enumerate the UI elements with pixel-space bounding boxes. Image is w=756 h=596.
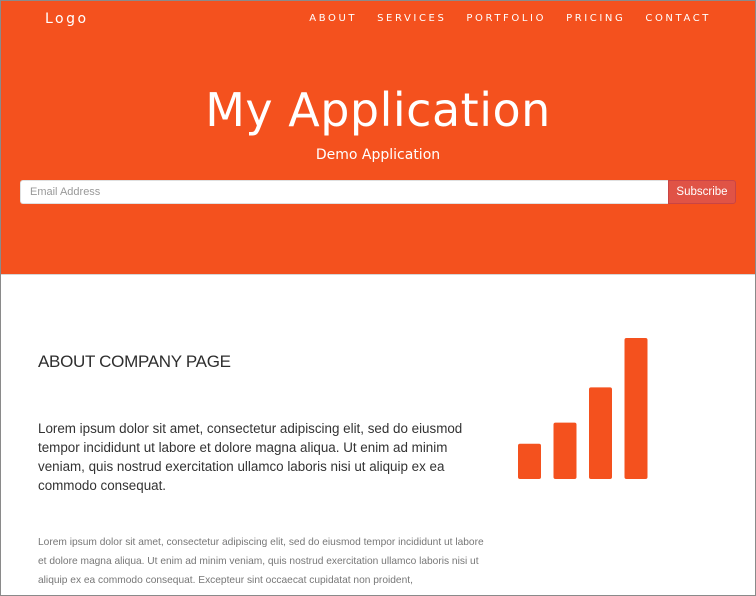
about-body-text: Lorem ipsum dolor sit amet, consectetur …	[38, 537, 484, 586]
hero-title: My Application	[205, 83, 551, 137]
logo-link[interactable]: Logo	[45, 11, 89, 27]
signal-bar-1	[518, 443, 541, 479]
signal-bar-3	[589, 387, 612, 479]
nav-item-contact[interactable]: CONTACT	[645, 13, 711, 24]
email-input[interactable]	[20, 180, 668, 204]
about-lead-text: Lorem ipsum dolor sit amet, consectetur …	[38, 421, 463, 493]
subscribe-form: Subscribe	[20, 180, 736, 204]
nav-item-services[interactable]: SERVICES	[377, 13, 446, 24]
hero-subtitle: Demo Application	[315, 147, 441, 163]
nav-item-portfolio[interactable]: PORTFOLIO	[466, 13, 546, 24]
signal-bar-2	[553, 422, 577, 479]
hero-banner: Logo ABOUT SERVICES PORTFOLIO PRICING CO…	[1, 1, 755, 275]
nav-item-about[interactable]: ABOUT	[309, 13, 357, 24]
signal-bars-icon	[518, 338, 648, 479]
top-nav: ABOUT SERVICES PORTFOLIO PRICING CONTACT	[289, 13, 711, 24]
nav-item-pricing[interactable]: PRICING	[566, 13, 625, 24]
about-title: ABOUT COMPANY PAGE	[38, 352, 231, 371]
signal-bar-4	[624, 338, 648, 479]
page-frame: Logo ABOUT SERVICES PORTFOLIO PRICING CO…	[0, 0, 756, 596]
subscribe-button[interactable]: Subscribe	[668, 180, 736, 204]
